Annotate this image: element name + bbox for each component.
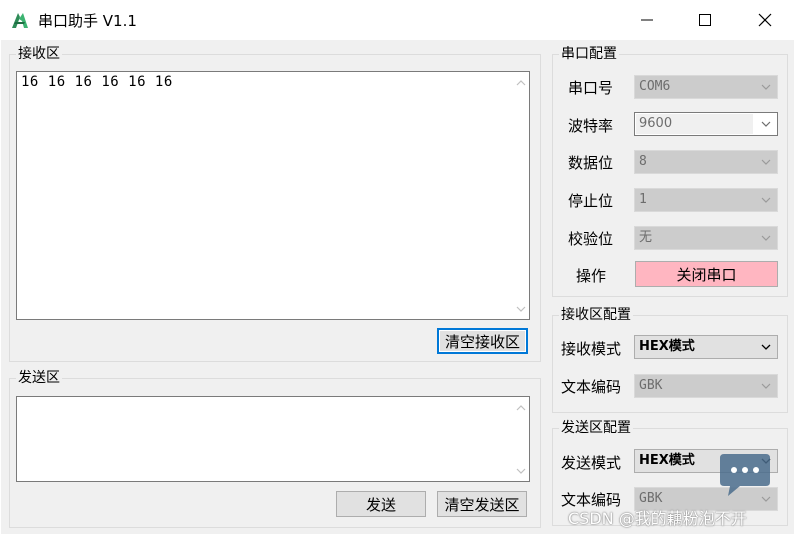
send-button[interactable]: 发送 [336, 491, 426, 517]
operation-label: 操作 [576, 267, 607, 285]
chevron-down-icon [759, 227, 773, 249]
window-title: 串口助手 V1.1 [38, 12, 137, 30]
receive-group-title: 接收区 [16, 45, 62, 63]
receive-encoding-value: GBK [639, 378, 663, 393]
data-bits-value: 8 [639, 154, 647, 169]
chevron-down-icon [759, 113, 773, 135]
scroll-down-icon[interactable] [512, 462, 529, 479]
baud-select[interactable]: 9600 [634, 112, 778, 136]
send-group-title: 发送区 [16, 369, 62, 387]
receive-textarea[interactable]: 16 16 16 16 16 16 [16, 71, 530, 320]
close-icon [758, 13, 772, 27]
stop-bits-select[interactable]: 1 [634, 188, 778, 212]
receive-content: 16 16 16 16 16 16 [21, 74, 173, 90]
scroll-up-icon[interactable] [512, 399, 529, 416]
send-textarea[interactable] [16, 396, 530, 482]
baud-value[interactable]: 9600 [636, 114, 753, 134]
send-mode-value: HEX模式 [639, 453, 695, 468]
parity-select[interactable]: 无 [634, 226, 778, 250]
scroll-down-icon[interactable] [512, 300, 529, 317]
baud-label: 波特率 [568, 117, 614, 135]
port-select[interactable]: COM6 [634, 75, 778, 99]
maximize-button[interactable] [682, 0, 728, 40]
close-port-button[interactable]: 关闭串口 [635, 261, 778, 287]
send-encoding-value: GBK [639, 491, 663, 506]
receive-config-title: 接收区配置 [559, 306, 633, 324]
title-bar: 串口助手 V1.1 [0, 0, 795, 40]
stop-bits-value: 1 [639, 192, 647, 207]
watermark: CSDN @我的藕粉泡不开 [568, 509, 747, 528]
port-label: 串口号 [568, 79, 614, 97]
receive-config-group: 接收区配置 [552, 306, 788, 413]
window-client-area: 接收区 16 16 16 16 16 16 清空接收区 发送区 发送 清空发送区 [1, 40, 794, 534]
data-bits-select[interactable]: 8 [634, 150, 778, 174]
send-mode-label: 发送模式 [561, 454, 622, 472]
minimize-button[interactable] [624, 0, 670, 40]
receive-mode-value: HEX模式 [639, 339, 695, 354]
chevron-down-icon [759, 151, 773, 173]
close-window-button[interactable] [742, 0, 788, 40]
serial-config-title: 串口配置 [559, 45, 619, 63]
chat-bubble-icon [720, 454, 770, 496]
minimize-icon [641, 19, 653, 21]
chevron-down-icon [759, 76, 773, 98]
receive-mode-select[interactable]: HEX模式 [634, 335, 778, 359]
receive-encoding-label: 文本编码 [561, 378, 622, 396]
receive-mode-label: 接收模式 [561, 340, 622, 358]
receive-scrollbar[interactable] [512, 72, 529, 319]
stop-bits-label: 停止位 [568, 192, 614, 210]
chevron-down-icon [759, 336, 773, 358]
send-config-title: 发送区配置 [559, 419, 633, 437]
scroll-up-icon[interactable] [512, 74, 529, 91]
send-scrollbar[interactable] [512, 397, 529, 481]
port-value: COM6 [639, 79, 671, 94]
receive-encoding-select[interactable]: GBK [634, 374, 778, 398]
chevron-down-icon [759, 375, 773, 397]
clear-receive-button[interactable]: 清空接收区 [437, 328, 528, 354]
clear-send-button[interactable]: 清空发送区 [437, 491, 527, 517]
maximize-icon [699, 14, 711, 26]
app-icon [12, 13, 28, 28]
parity-label: 校验位 [568, 230, 614, 248]
chevron-down-icon [759, 189, 773, 211]
data-bits-label: 数据位 [568, 154, 614, 172]
parity-value: 无 [639, 230, 653, 245]
